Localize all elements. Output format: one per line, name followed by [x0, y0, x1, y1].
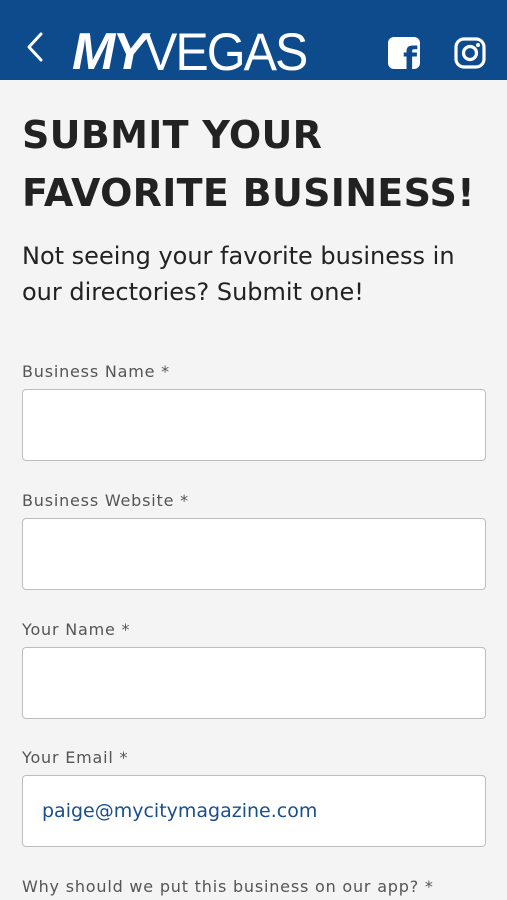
top-app-bar: MY VEGAS f	[0, 0, 507, 80]
back-button[interactable]	[18, 30, 52, 64]
your-email-input[interactable]	[42, 800, 466, 822]
business-website-field: Business Website *	[22, 491, 488, 590]
why-business-label: Why should we put this business on our a…	[22, 877, 434, 896]
your-name-field: Your Name *	[22, 620, 488, 719]
business-name-label: Business Name *	[22, 362, 170, 381]
instagram-button[interactable]	[454, 37, 486, 69]
page-title-line1: SUBMIT YOUR	[22, 113, 323, 157]
page-subtitle: Not seeing your favorite business in our…	[22, 242, 455, 306]
myvegas-logo[interactable]: MY VEGAS	[72, 22, 308, 82]
your-email-label: Your Email *	[22, 748, 129, 767]
business-name-input-box[interactable]	[22, 389, 486, 461]
your-email-input-box[interactable]	[22, 775, 486, 847]
your-email-field: Your Email *	[22, 748, 488, 847]
your-name-input[interactable]	[42, 672, 466, 694]
logo-my: MY	[72, 23, 147, 81]
intro-section: SUBMIT YOUR FAVORITE BUSINESS! Not seein…	[22, 106, 488, 310]
why-business-field: Why should we put this business on our a…	[22, 877, 488, 899]
logo-vegas: VEGAS	[144, 22, 308, 82]
page-title-line2: FAVORITE BUSINESS!	[22, 171, 475, 215]
your-name-input-box[interactable]	[22, 647, 486, 719]
instagram-icon	[454, 37, 486, 69]
business-website-label: Business Website *	[22, 491, 189, 510]
page-title: SUBMIT YOUR FAVORITE BUSINESS!	[22, 106, 488, 222]
chevron-left-icon	[27, 32, 43, 62]
facebook-icon: f	[403, 40, 417, 69]
business-name-field: Business Name *	[22, 362, 488, 461]
business-website-input[interactable]	[42, 543, 466, 565]
your-name-label: Your Name *	[22, 620, 131, 639]
facebook-button[interactable]: f	[388, 37, 420, 69]
business-name-input[interactable]	[42, 414, 466, 436]
business-website-input-box[interactable]	[22, 518, 486, 590]
